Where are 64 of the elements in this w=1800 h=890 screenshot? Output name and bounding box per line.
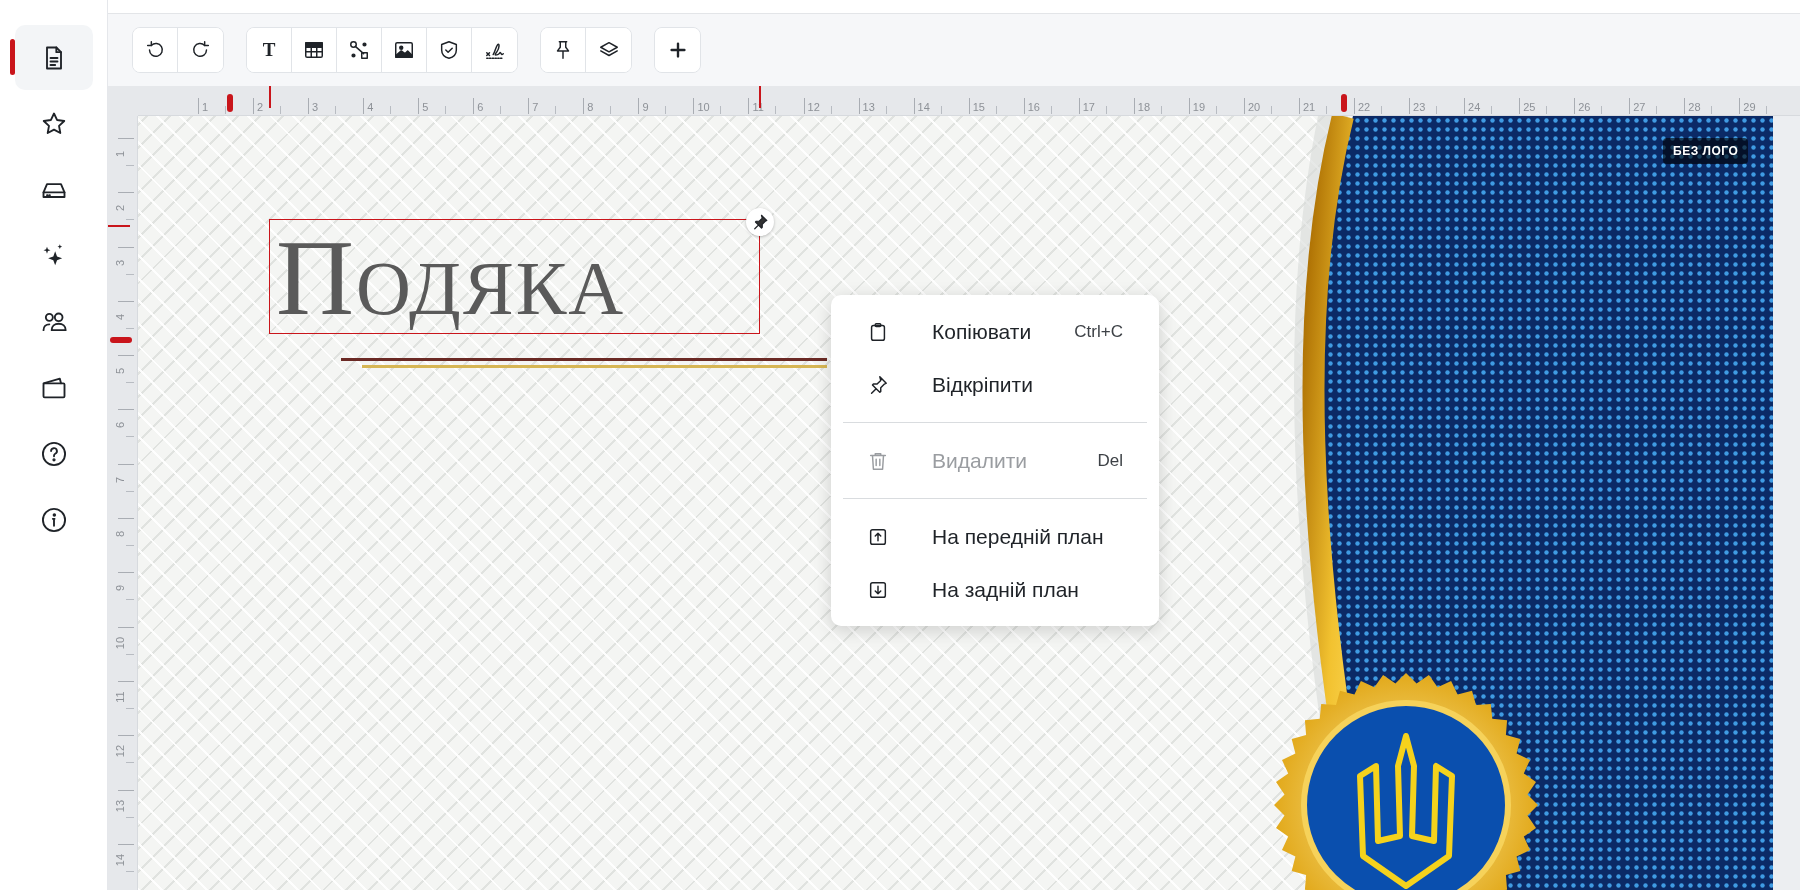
ruler-number: 27: [1633, 101, 1646, 113]
shortcut-label: Del: [1097, 450, 1123, 471]
info-icon: [39, 505, 68, 534]
ruler-number: 8: [587, 101, 594, 113]
ruler-number: 23: [1413, 101, 1426, 113]
shortcut-label: Ctrl+C: [1074, 321, 1123, 342]
ruler-number: 5: [422, 101, 429, 113]
add-button[interactable]: [655, 28, 700, 72]
ruler-number: 6: [114, 421, 126, 431]
pin-icon: [751, 213, 769, 231]
ruler-number: 7: [114, 475, 126, 485]
help-icon: [39, 439, 68, 468]
certificate-title[interactable]: Подяка: [269, 219, 760, 334]
ruler-number: 18: [1137, 101, 1151, 113]
ruler-number: 12: [114, 744, 126, 760]
ruler-number: 10: [697, 101, 710, 113]
margin-handle[interactable]: [1341, 94, 1347, 112]
ruler-number: 14: [917, 101, 930, 113]
shield-icon: [438, 39, 460, 61]
ruler-number: 3: [114, 258, 126, 268]
menu-item[interactable]: На задній план: [831, 563, 1159, 616]
ruler-number: 8: [114, 530, 126, 540]
menu-item[interactable]: Копіювати Ctrl+C: [831, 305, 1159, 358]
ruler-number: 9: [642, 101, 649, 113]
ruler-number: 4: [367, 101, 374, 113]
ruler-number: 24: [1468, 101, 1481, 113]
image-icon: [393, 39, 415, 61]
ruler-number: 2: [114, 204, 126, 214]
menu-item[interactable]: На передній план: [831, 510, 1159, 563]
ruler-number: 4: [114, 312, 126, 322]
margin-handle[interactable]: [227, 94, 233, 112]
ruler-number: 5: [114, 367, 126, 377]
ruler-number: 20: [1247, 101, 1261, 113]
ruler-number: 19: [1192, 101, 1206, 113]
menu-item[interactable]: Відкріпити: [831, 358, 1159, 411]
margin-handle[interactable]: [110, 337, 132, 343]
ruler-number: 28: [1688, 101, 1701, 113]
ruler-number: 16: [1027, 101, 1040, 113]
ruler-number: 1: [114, 149, 126, 160]
ruler-number: 26: [1578, 101, 1591, 113]
ruler-number: 25: [1523, 101, 1536, 113]
ruler-number: 14: [114, 852, 126, 868]
shapes-icon: [348, 39, 370, 61]
ruler-number: 11: [114, 690, 126, 705]
ruler-number: 29: [1743, 101, 1756, 113]
ruler-number: 10: [114, 635, 126, 651]
ruler-number: 21: [1302, 101, 1316, 113]
ruler-number: 7: [532, 101, 539, 113]
text-tool-button[interactable]: T: [247, 28, 292, 72]
ruler-number: 12: [807, 101, 820, 113]
ruler-number: 9: [114, 584, 126, 594]
pin-button[interactable]: [541, 28, 586, 72]
ruler-number: 13: [114, 798, 126, 814]
undo-button[interactable]: [133, 28, 178, 72]
ruler-number: 6: [477, 101, 484, 113]
ruler-number: 22: [1358, 101, 1371, 113]
table-icon: [303, 39, 325, 61]
ruler-number: 1: [202, 101, 209, 113]
ruler-number: 15: [972, 101, 985, 113]
ruler-number: 3: [312, 101, 319, 113]
ruler-number: 13: [862, 101, 875, 113]
ruler-number: 2: [257, 101, 264, 113]
ruler-number: 17: [1082, 101, 1095, 113]
logo-badge: БЕЗ ЛОГО: [1663, 138, 1749, 164]
